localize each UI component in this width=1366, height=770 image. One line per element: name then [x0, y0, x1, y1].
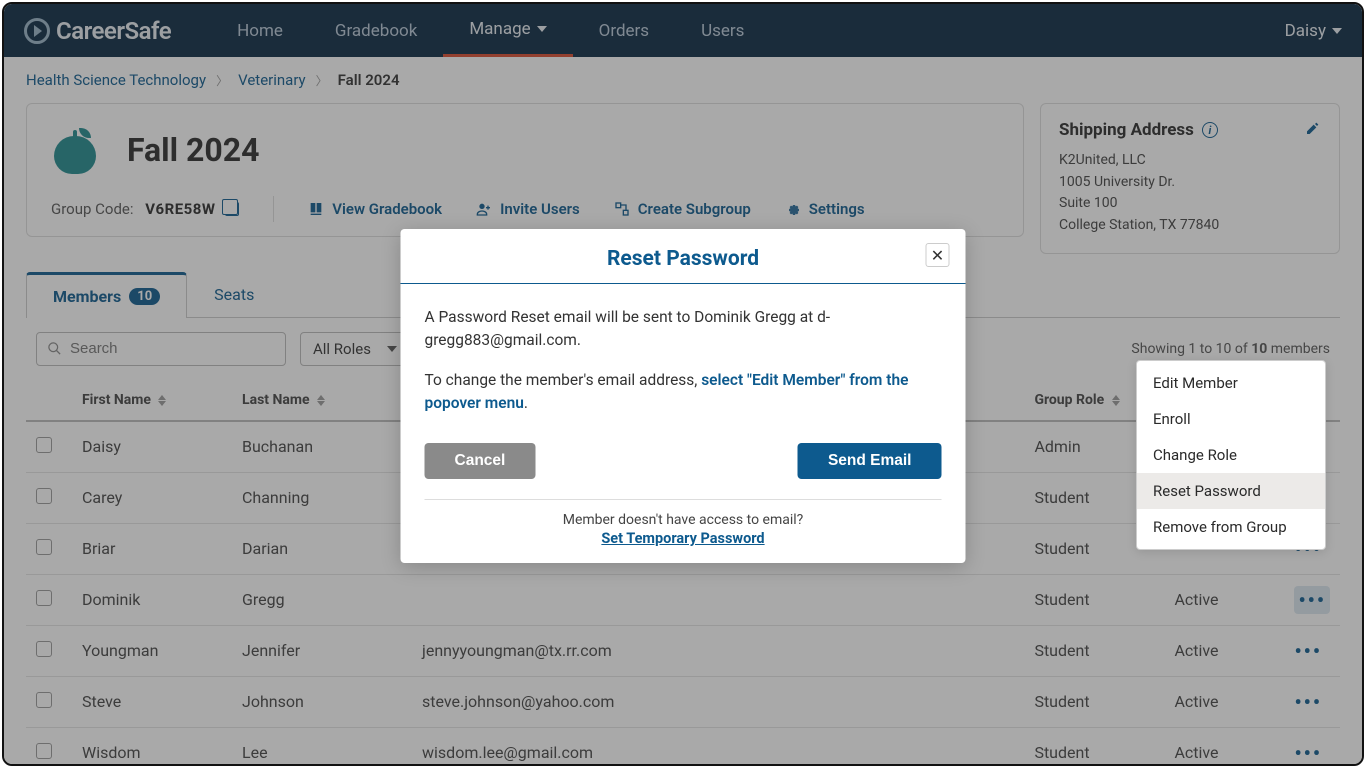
- modal-footer-text: Member doesn't have access to email?: [425, 512, 942, 528]
- popover-item[interactable]: Reset Password: [1137, 473, 1325, 509]
- set-temp-password-link[interactable]: Set Temporary Password: [601, 530, 764, 547]
- close-button[interactable]: ✕: [926, 243, 950, 267]
- popover-item[interactable]: Edit Member: [1137, 365, 1325, 401]
- modal-text: To change the member's email address, se…: [425, 369, 942, 416]
- row-actions-popover: Edit MemberEnrollChange RoleReset Passwo…: [1136, 360, 1326, 550]
- modal-text: A Password Reset email will be sent to D…: [425, 306, 942, 353]
- reset-password-modal: Reset Password ✕ A Password Reset email …: [401, 229, 966, 563]
- send-email-button[interactable]: Send Email: [798, 443, 942, 479]
- popover-item[interactable]: Change Role: [1137, 437, 1325, 473]
- popover-item[interactable]: Enroll: [1137, 401, 1325, 437]
- modal-title: Reset Password: [607, 247, 759, 271]
- popover-item[interactable]: Remove from Group: [1137, 509, 1325, 545]
- cancel-button[interactable]: Cancel: [425, 443, 536, 479]
